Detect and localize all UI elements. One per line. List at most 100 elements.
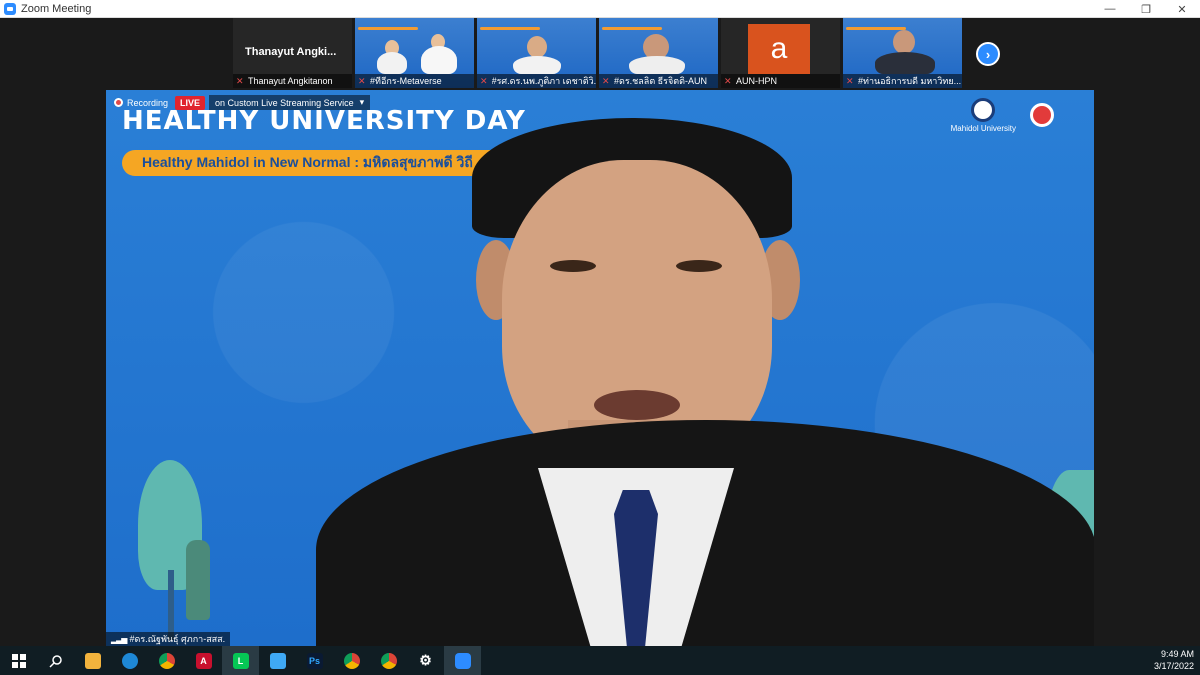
participant-head [527,36,547,58]
participant-label: ✕ #ดร.ชลลิต ธีรจิตติ-AUN [599,74,718,88]
windows-taskbar: A L Ps ⚙ 9:49 AM 3/17/2022 [0,646,1200,675]
windows-logo-icon [11,653,26,668]
taskbar-chrome-profile-2[interactable] [370,646,407,675]
participant-body [629,56,685,74]
participant-label: ✕ #ทีอีกร-Metaverse [355,74,474,88]
speaker-eye [676,260,722,272]
participant-body [377,52,407,74]
zoom-icon [454,652,471,669]
taskbar-line[interactable]: L [222,646,259,675]
clock-time: 9:49 AM [1160,649,1194,659]
system-clock[interactable]: 9:49 AM 3/17/2022 [1154,648,1194,672]
recording-status-bar: Recording LIVE on Custom Live Streaming … [114,95,371,110]
folder-icon [84,652,101,669]
participant-body [513,56,561,74]
asean-logo [1030,102,1054,129]
live-badge: LIVE [175,95,206,110]
participant-name: #รศ.ดร.นพ.ภูติภา เดชาติวิ... [491,76,596,86]
participant-tile[interactable]: ✕ #รศ.ดร.นพ.ภูติภา เดชาติวิ... [477,18,596,88]
mini-subtitle-bar [480,27,540,30]
participant-display-name: Thanayut Angki... [245,46,337,58]
participant-head [893,30,915,54]
event-title: HEALTHY UNIVERSITY DAY [122,106,526,136]
participant-tile[interactable]: ✕ #ดร.ชลลิต ธีรจิตติ-AUN [599,18,718,88]
participant-tile[interactable]: a ✕ AUN-HPN [721,18,840,88]
participant-name: Thanayut Angkitanon [248,76,333,86]
edge-icon [121,652,138,669]
acrobat-icon: A [195,652,212,669]
notes-icon [269,652,286,669]
participant-body [875,52,935,74]
participant-label: ✕ AUN-HPN [721,74,840,88]
taskbar-zoom[interactable] [444,646,481,675]
gear-icon: ⚙ [419,652,432,668]
restore-button[interactable]: ❐ [1128,0,1164,18]
participant-label: ✕ Thanayut Angkitanon [233,74,352,88]
chrome-icon [380,652,397,669]
participant-strip: Thanayut Angki... ✕ Thanayut Angkitanon … [233,18,962,88]
search-icon [48,654,62,668]
active-speaker-label: ▂▃▅ #ดร.ณัฐพันธุ์ ศุภกา-สสส. [106,632,231,646]
participant-name: #ดร.ชลลิต ธีรจิตติ-AUN [614,76,707,86]
participant-body [421,46,457,74]
stream-label: on Custom Live Streaming Service [215,97,354,108]
mic-muted-icon: ✕ [846,75,854,86]
taskbar-edge[interactable] [111,646,148,675]
event-subtitle: Healthy Mahidol in New Normal : มหิดลสุข… [142,154,473,170]
taskbar-photoshop[interactable]: Ps [296,646,333,675]
mic-muted-icon: ✕ [602,75,610,86]
zoom-app-icon [4,2,16,15]
minimize-button[interactable]: — [1092,0,1128,18]
chrome-icon [343,652,360,669]
window-titlebar: Zoom Meeting — ❐ ✕ [0,0,1200,18]
mini-subtitle-bar [846,27,906,30]
tree-trunk-illustration [168,570,174,640]
line-app-icon: L [232,652,249,669]
clock-date: 3/17/2022 [1153,661,1194,671]
mic-muted-icon: ✕ [358,75,366,86]
avatar: a [748,24,810,74]
participant-label: ✕ #รศ.ดร.นพ.ภูติภา เดชาติวิ... [477,74,596,88]
next-page-button[interactable]: › [976,42,1000,66]
participant-tile[interactable]: ✕ #ทีอีกร-Metaverse [355,18,474,88]
mahidol-logo-text: Mahidol University [950,124,1016,133]
taskbar-file-explorer[interactable] [74,646,111,675]
participant-tile[interactable]: Thanayut Angki... ✕ Thanayut Angkitanon [233,18,352,88]
participant-name: AUN-HPN [736,76,778,86]
participant-name: #ทีอีกร-Metaverse [370,76,442,86]
mini-subtitle-bar [602,27,662,30]
chevron-right-icon: › [985,46,991,62]
asean-emblem-icon [1030,102,1054,127]
taskbar-chrome-profile-1[interactable] [333,646,370,675]
taskbar-notes[interactable] [259,646,296,675]
live-stream-menu[interactable]: on Custom Live Streaming Service ▾ [209,95,371,110]
mic-muted-icon: ✕ [724,75,732,86]
close-button[interactable]: ✕ [1164,0,1200,18]
mini-subtitle-bar [358,27,418,30]
active-speaker-name: #ดร.ณัฐพันธุ์ ศุภกา-สสส. [129,634,226,644]
window-controls: — ❐ ✕ [1092,0,1200,18]
mahidol-seal-icon [971,98,996,122]
sponsor-logos: Mahidol University [951,98,1082,133]
participant-tile[interactable]: ✕ #ท่านอธิการบดี มหาวิทย... [843,18,962,88]
meeting-area: Thanayut Angki... ✕ Thanayut Angkitanon … [0,18,1200,646]
search-button[interactable] [37,646,74,675]
active-speaker-video[interactable]: HEALTHY UNIVERSITY DAY Healthy Mahidol i… [106,90,1094,646]
mahidol-logo: Mahidol University [951,98,1016,133]
window-title: Zoom Meeting [21,2,92,15]
start-button[interactable] [0,646,37,675]
taskbar-settings[interactable]: ⚙ [407,646,444,675]
recording-icon [114,98,123,107]
participant-label: ✕ #ท่านอธิการบดี มหาวิทย... [843,74,962,88]
recording-label: Recording [127,97,169,108]
mic-muted-icon: ✕ [480,75,488,86]
caret-down-icon: ▾ [359,97,365,107]
chrome-icon [158,652,175,669]
photoshop-icon: Ps [306,652,323,669]
taskbar-acrobat[interactable]: A [185,646,222,675]
participant-name: #ท่านอธิการบดี มหาวิทย... [858,76,962,86]
speaker-mouth [594,390,680,420]
mic-muted-icon: ✕ [236,75,244,86]
taskbar-chrome[interactable] [148,646,185,675]
walking-person-illustration [186,540,210,620]
